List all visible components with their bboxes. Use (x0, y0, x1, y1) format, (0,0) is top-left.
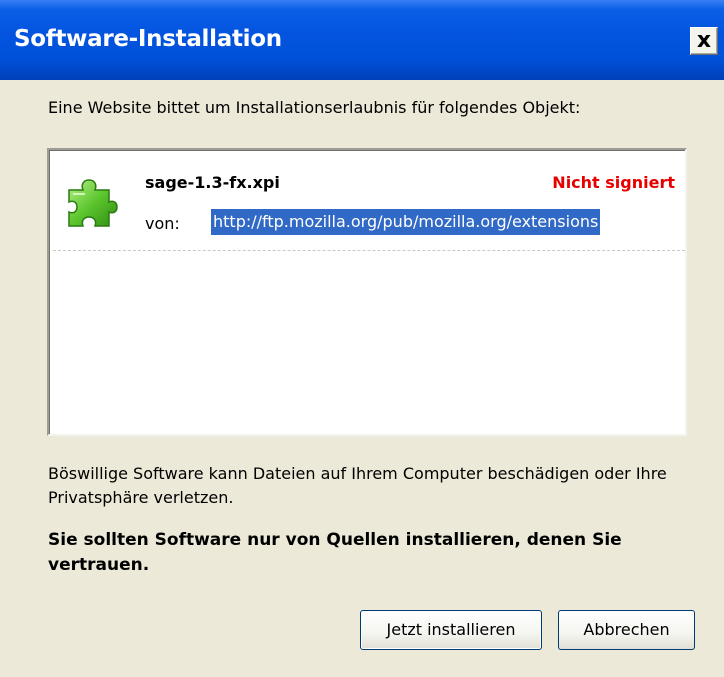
install-request-message: Eine Website bittet um Installationserla… (48, 98, 581, 117)
trust-advice: Sie sollten Software nur von Quellen ins… (48, 530, 622, 575)
source-url[interactable]: http://ftp.mozilla.org/pub/mozilla.org/e… (211, 209, 601, 235)
install-item-list[interactable]: sage-1.3-fx.xpi Nicht signiert von: http… (47, 148, 687, 436)
install-now-button[interactable]: Jetzt installieren (360, 610, 542, 650)
source-url-field[interactable]: http://ftp.mozilla.org/pub/mozilla.org/e… (211, 209, 685, 235)
puzzle-piece-icon (68, 179, 118, 227)
list-item[interactable]: sage-1.3-fx.xpi Nicht signiert von: http… (53, 154, 685, 251)
close-button[interactable]: x (690, 27, 718, 55)
window-title: Software-Installation (14, 26, 282, 52)
malware-warning: Böswillige Software kann Dateien auf Ihr… (48, 464, 667, 507)
item-filename: sage-1.3-fx.xpi (145, 173, 280, 192)
software-installation-dialog: Software-Installation x Eine Website bit… (0, 0, 724, 677)
cancel-button[interactable]: Abbrechen (558, 610, 695, 650)
source-label: von: (145, 214, 180, 233)
title-bar[interactable]: Software-Installation x (0, 0, 724, 80)
signature-status: Nicht signiert (552, 173, 675, 192)
close-icon: x (696, 28, 712, 53)
